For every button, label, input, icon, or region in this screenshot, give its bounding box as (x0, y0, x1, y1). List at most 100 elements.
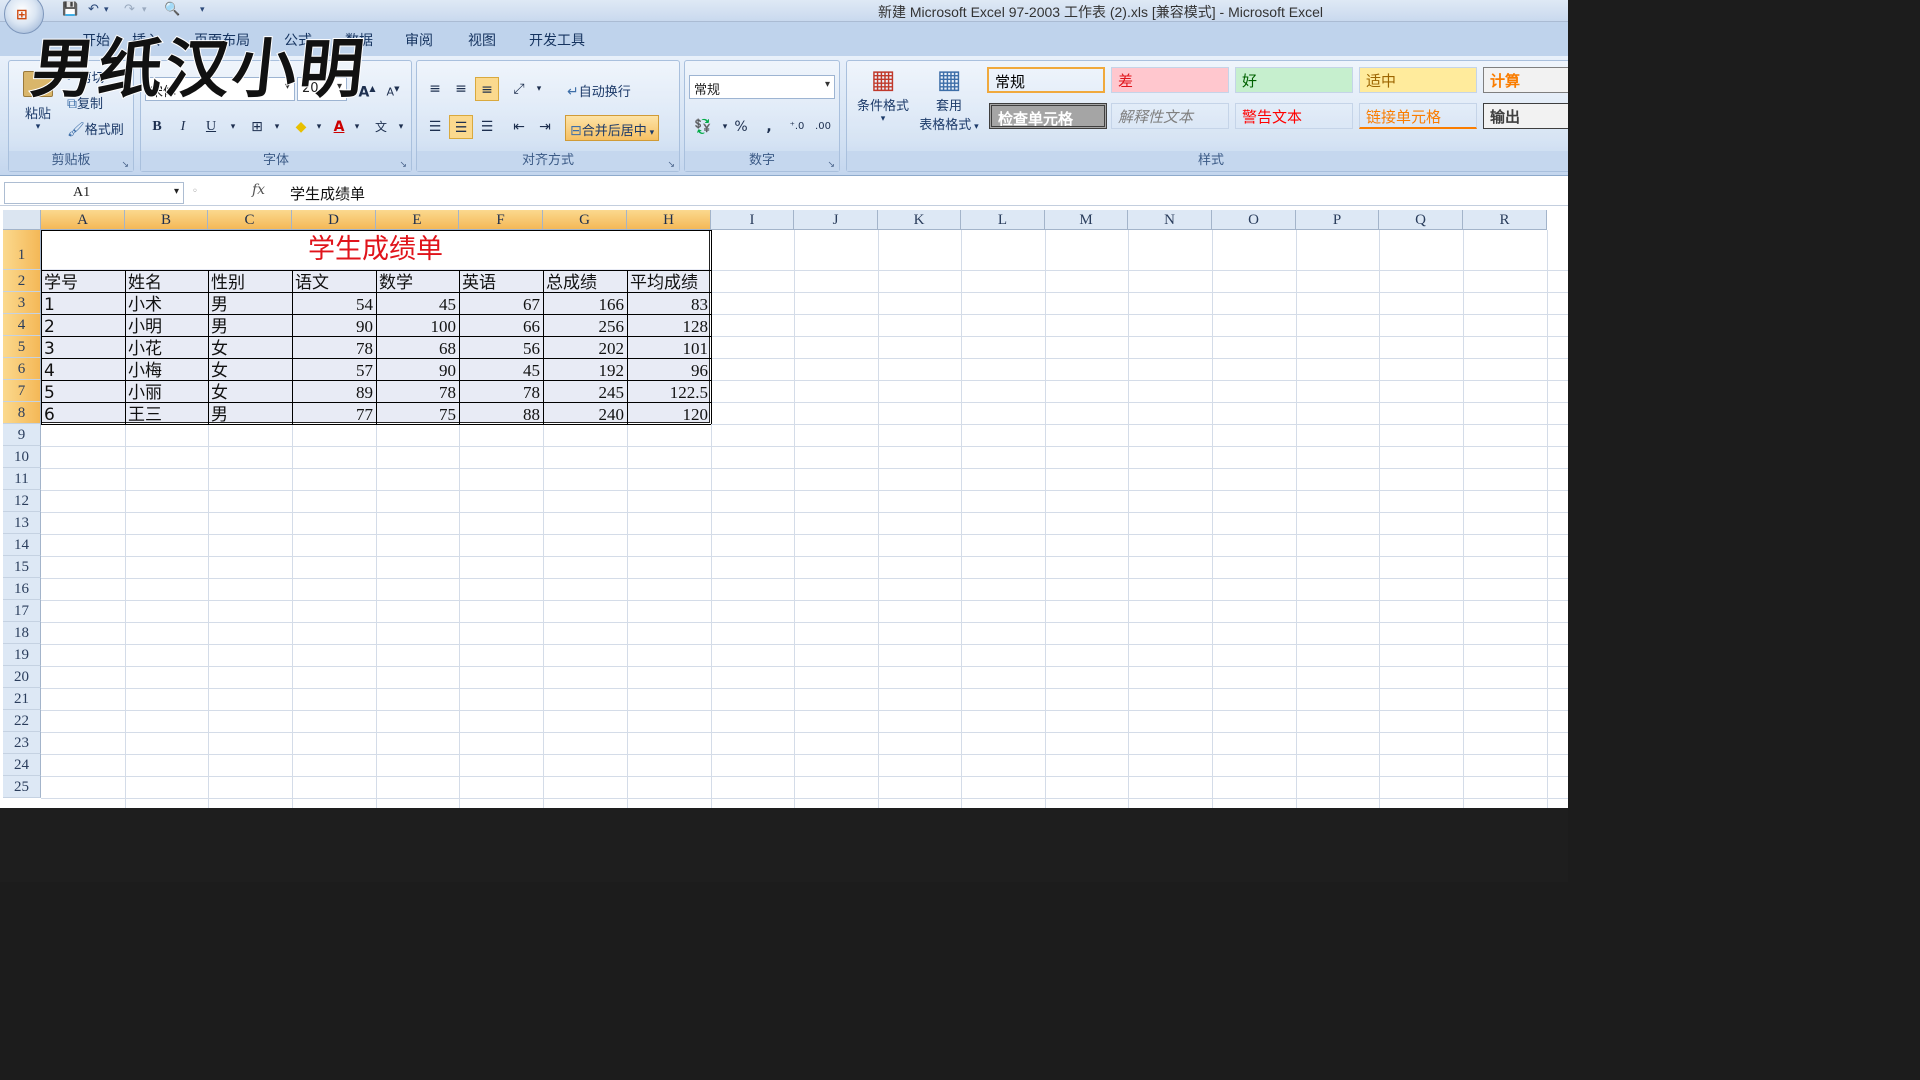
column-header-k[interactable]: K (878, 210, 961, 230)
cell-e6[interactable]: 90 (377, 359, 459, 380)
column-header-l[interactable]: L (961, 210, 1045, 230)
cell-f2[interactable]: 英语 (460, 271, 543, 292)
cell-h6[interactable]: 96 (628, 359, 711, 380)
column-header-p[interactable]: P (1296, 210, 1379, 230)
row-header-12[interactable]: 12 (3, 490, 41, 512)
conditional-format-button[interactable]: ▦ 条件格式 ▾ (851, 65, 915, 124)
style-normal[interactable]: 常规 (987, 67, 1105, 93)
cell-g7[interactable]: 245 (544, 381, 627, 402)
cell-g3[interactable]: 166 (544, 293, 627, 314)
formula-cancel-icon[interactable]: ◦ (192, 186, 198, 197)
cell-b2[interactable]: 姓名 (126, 271, 208, 292)
select-all-button[interactable] (3, 210, 41, 230)
dialog-launcher-icon[interactable]: ↘ (399, 155, 407, 175)
column-header-h[interactable]: H (627, 210, 711, 230)
undo-icon[interactable]: ↶ (88, 2, 99, 17)
column-header-e[interactable]: E (376, 210, 459, 230)
cell-a2[interactable]: 学号 (42, 271, 125, 292)
row-header-13[interactable]: 13 (3, 512, 41, 534)
row-header-20[interactable]: 20 (3, 666, 41, 688)
cell-f6[interactable]: 45 (460, 359, 543, 380)
row-header-3[interactable]: 3 (3, 292, 41, 314)
sheet-title-cell[interactable]: 学生成绩单 (42, 231, 709, 269)
format-as-table-button[interactable]: ▦ 套用 表格格式 ▾ (913, 65, 985, 133)
cell-f5[interactable]: 56 (460, 337, 543, 358)
print-preview-icon[interactable]: 🔍 (164, 2, 180, 17)
cell-f4[interactable]: 66 (460, 315, 543, 336)
cell-h2[interactable]: 平均成绩 (628, 271, 711, 292)
tab-review[interactable]: 审阅 (405, 30, 433, 50)
row-header-23[interactable]: 23 (3, 732, 41, 754)
row-header-1[interactable]: 1 (3, 230, 41, 270)
style-calculation[interactable]: 计算 (1483, 67, 1568, 93)
row-header-18[interactable]: 18 (3, 622, 41, 644)
dialog-launcher-icon[interactable]: ↘ (121, 155, 129, 175)
cell-c7[interactable]: 女 (209, 381, 292, 402)
customize-toolbar-icon[interactable]: ▾ (200, 5, 205, 15)
row-header-10[interactable]: 10 (3, 446, 41, 468)
redo-icon[interactable]: ↷ (124, 2, 135, 17)
insert-function-button[interactable]: fx (252, 182, 265, 198)
row-header-8[interactable]: 8 (3, 402, 41, 424)
row-header-16[interactable]: 16 (3, 578, 41, 600)
tab-developer[interactable]: 开发工具 (529, 30, 585, 50)
style-output[interactable]: 输出 (1483, 103, 1568, 129)
cell-f7[interactable]: 78 (460, 381, 543, 402)
cell-d5[interactable]: 78 (293, 337, 376, 358)
cell-e2[interactable]: 数学 (377, 271, 459, 292)
cell-g2[interactable]: 总成绩 (544, 271, 627, 292)
cell-c2[interactable]: 性别 (209, 271, 292, 292)
style-linked-cell[interactable]: 链接单元格 (1359, 103, 1477, 129)
row-header-11[interactable]: 11 (3, 468, 41, 490)
cell-a6[interactable]: 4 (42, 359, 125, 380)
column-header-d[interactable]: D (292, 210, 376, 230)
row-header-14[interactable]: 14 (3, 534, 41, 556)
row-header-9[interactable]: 9 (3, 424, 41, 446)
shrink-font-icon[interactable]: A▼ (381, 77, 405, 101)
row-header-24[interactable]: 24 (3, 754, 41, 776)
cell-b5[interactable]: 小花 (126, 337, 208, 358)
increase-indent-icon[interactable]: ⇥ (533, 115, 557, 139)
cell-h7[interactable]: 122.5 (628, 381, 711, 402)
orientation-dropdown-icon[interactable]: ▾ (527, 77, 551, 101)
borders-dropdown-icon[interactable]: ▾ (265, 115, 289, 139)
cell-d2[interactable]: 语文 (293, 271, 376, 292)
cell-e3[interactable]: 45 (377, 293, 459, 314)
cell-c6[interactable]: 女 (209, 359, 292, 380)
column-header-q[interactable]: Q (1379, 210, 1463, 230)
cell-d3[interactable]: 54 (293, 293, 376, 314)
merge-center-button[interactable]: ⊟合并后居中 ▾ (565, 115, 660, 141)
dialog-launcher-icon[interactable]: ↘ (667, 155, 675, 175)
row-header-21[interactable]: 21 (3, 688, 41, 710)
cell-a8[interactable]: 6 (42, 403, 125, 424)
cell-g6[interactable]: 192 (544, 359, 627, 380)
align-right-icon[interactable]: ☰ (475, 115, 499, 139)
redo-dropdown-icon[interactable]: ▾ (142, 5, 147, 15)
formula-input[interactable]: 学生成绩单 (290, 183, 365, 204)
row-header-5[interactable]: 5 (3, 336, 41, 358)
cell-c8[interactable]: 男 (209, 403, 292, 424)
percent-button[interactable]: % (729, 115, 753, 139)
column-header-c[interactable]: C (208, 210, 292, 230)
column-header-b[interactable]: B (125, 210, 208, 230)
cell-d8[interactable]: 77 (293, 403, 376, 424)
underline-button[interactable]: U (199, 115, 223, 139)
cell-b7[interactable]: 小丽 (126, 381, 208, 402)
row-header-17[interactable]: 17 (3, 600, 41, 622)
wrap-text-button[interactable]: ↵自动换行 (567, 81, 631, 100)
bold-button[interactable]: B (145, 115, 169, 139)
accounting-format-icon[interactable]: 💱 (691, 115, 715, 139)
style-check-cell[interactable]: 检查单元格 (989, 103, 1107, 129)
cell-a3[interactable]: 1 (42, 293, 125, 314)
dialog-launcher-icon[interactable]: ↘ (827, 155, 835, 175)
name-box[interactable]: A1 ▾ (4, 182, 184, 204)
cell-b4[interactable]: 小明 (126, 315, 208, 336)
column-header-i[interactable]: I (711, 210, 794, 230)
cell-c5[interactable]: 女 (209, 337, 292, 358)
row-header-4[interactable]: 4 (3, 314, 41, 336)
cell-h8[interactable]: 120 (628, 403, 711, 424)
row-header-6[interactable]: 6 (3, 358, 41, 380)
align-middle-icon[interactable]: ≡ (449, 77, 473, 101)
row-header-25[interactable]: 25 (3, 776, 41, 798)
decrease-decimal-icon[interactable]: .00 (811, 115, 835, 139)
